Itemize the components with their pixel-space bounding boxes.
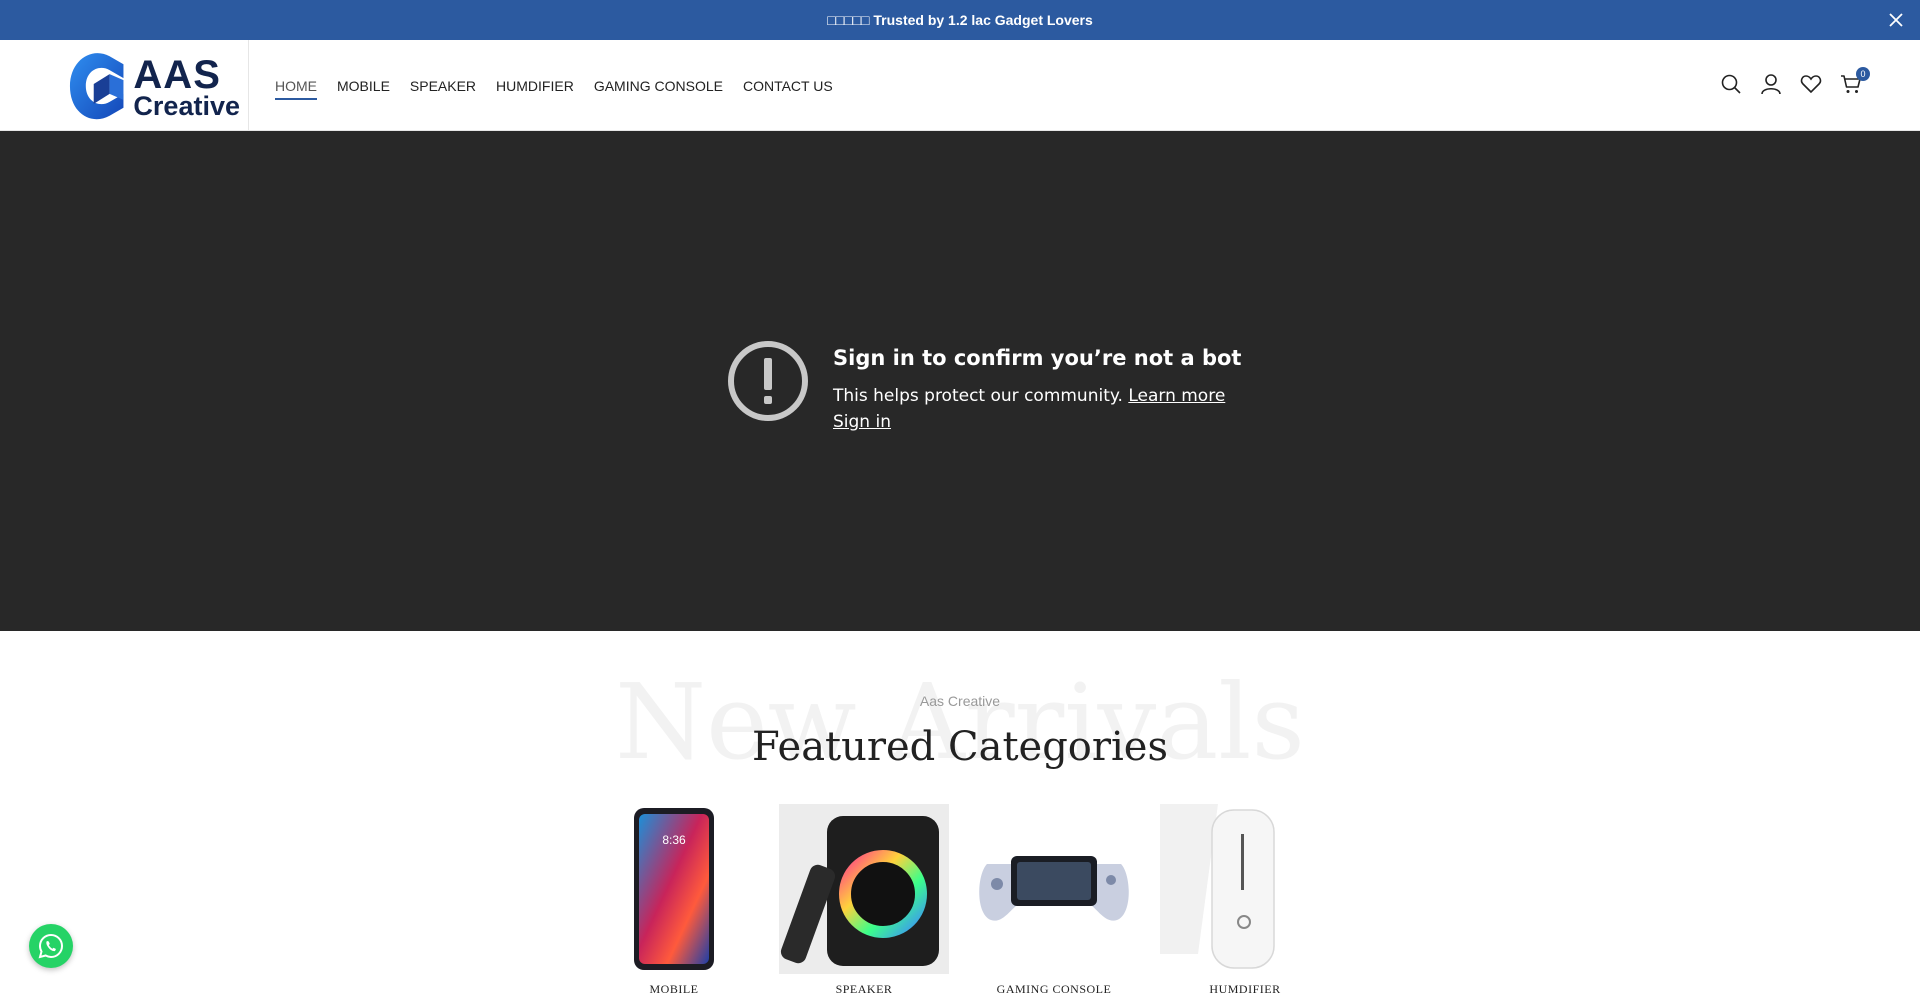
speaker-product-image (779, 804, 949, 974)
site-header: AAS Creative HOME MOBILE SPEAKER HUMDIFI… (0, 40, 1920, 131)
nav-item-humdifier[interactable]: HUMDIFIER (496, 74, 574, 98)
header-actions: 0 (1720, 67, 1870, 95)
bot-check-title: Sign in to confirm you’re not a bot (833, 346, 1242, 370)
sign-in-link[interactable]: Sign in (833, 412, 891, 432)
logo-line2: Creative (133, 90, 240, 121)
whatsapp-button[interactable] (29, 924, 73, 968)
nav-item-contact-us[interactable]: CONTACT US (743, 74, 833, 98)
brand-logo[interactable]: AAS Creative (64, 50, 240, 124)
close-icon[interactable] (1886, 10, 1906, 30)
heart-icon[interactable] (1800, 73, 1822, 95)
humidifier-product-image (1160, 804, 1275, 969)
mobile-product-image: 8:36 (634, 808, 714, 970)
category-label: HUMDIFIER (1209, 982, 1281, 993)
bot-check-message: Sign in to confirm you’re not a bot This… (727, 340, 1241, 432)
announcement-text: □□□□□ Trusted by 1.2 lac Gadget Lovers (827, 12, 1093, 28)
category-speaker[interactable]: SPEAKER (779, 804, 949, 993)
header-divider (248, 40, 249, 131)
search-icon[interactable] (1720, 73, 1742, 95)
bot-check-message-text: This helps protect our community. (833, 386, 1123, 406)
cart-button[interactable]: 0 (1840, 67, 1870, 95)
nav-item-speaker[interactable]: SPEAKER (410, 74, 476, 98)
nav-item-gaming-console[interactable]: GAMING CONSOLE (594, 74, 723, 98)
svg-text:8:36: 8:36 (662, 833, 686, 847)
section-title: Featured Categories (751, 724, 1169, 770)
logo-line1: AAS (133, 52, 221, 97)
whatsapp-icon (38, 933, 64, 959)
cart-count-badge: 0 (1856, 67, 1870, 81)
user-icon[interactable] (1760, 73, 1782, 95)
gaming-console-product-image (979, 856, 1129, 921)
category-humdifier[interactable]: HUMDIFIER (1160, 804, 1330, 993)
category-label: MOBILE (649, 982, 699, 993)
nav-item-home[interactable]: HOME (275, 74, 317, 100)
category-gaming-console[interactable]: GAMING CONSOLE (969, 804, 1139, 993)
category-mobile[interactable]: 8:36 MOBILE (589, 804, 759, 993)
logo-mark-icon (69, 53, 124, 120)
learn-more-link[interactable]: Learn more (1128, 386, 1225, 406)
nav-item-mobile[interactable]: MOBILE (337, 74, 390, 98)
main-nav: HOME MOBILE SPEAKER HUMDIFIER GAMING CON… (275, 40, 833, 131)
section-subtitle: Aas Creative (919, 693, 1001, 709)
alert-icon (728, 341, 808, 421)
category-label: SPEAKER (835, 982, 893, 993)
category-label: GAMING CONSOLE (996, 982, 1112, 993)
announcement-bar: □□□□□ Trusted by 1.2 lac Gadget Lovers (0, 0, 1920, 40)
video-embed: Sign in to confirm you’re not a bot This… (0, 131, 1920, 631)
